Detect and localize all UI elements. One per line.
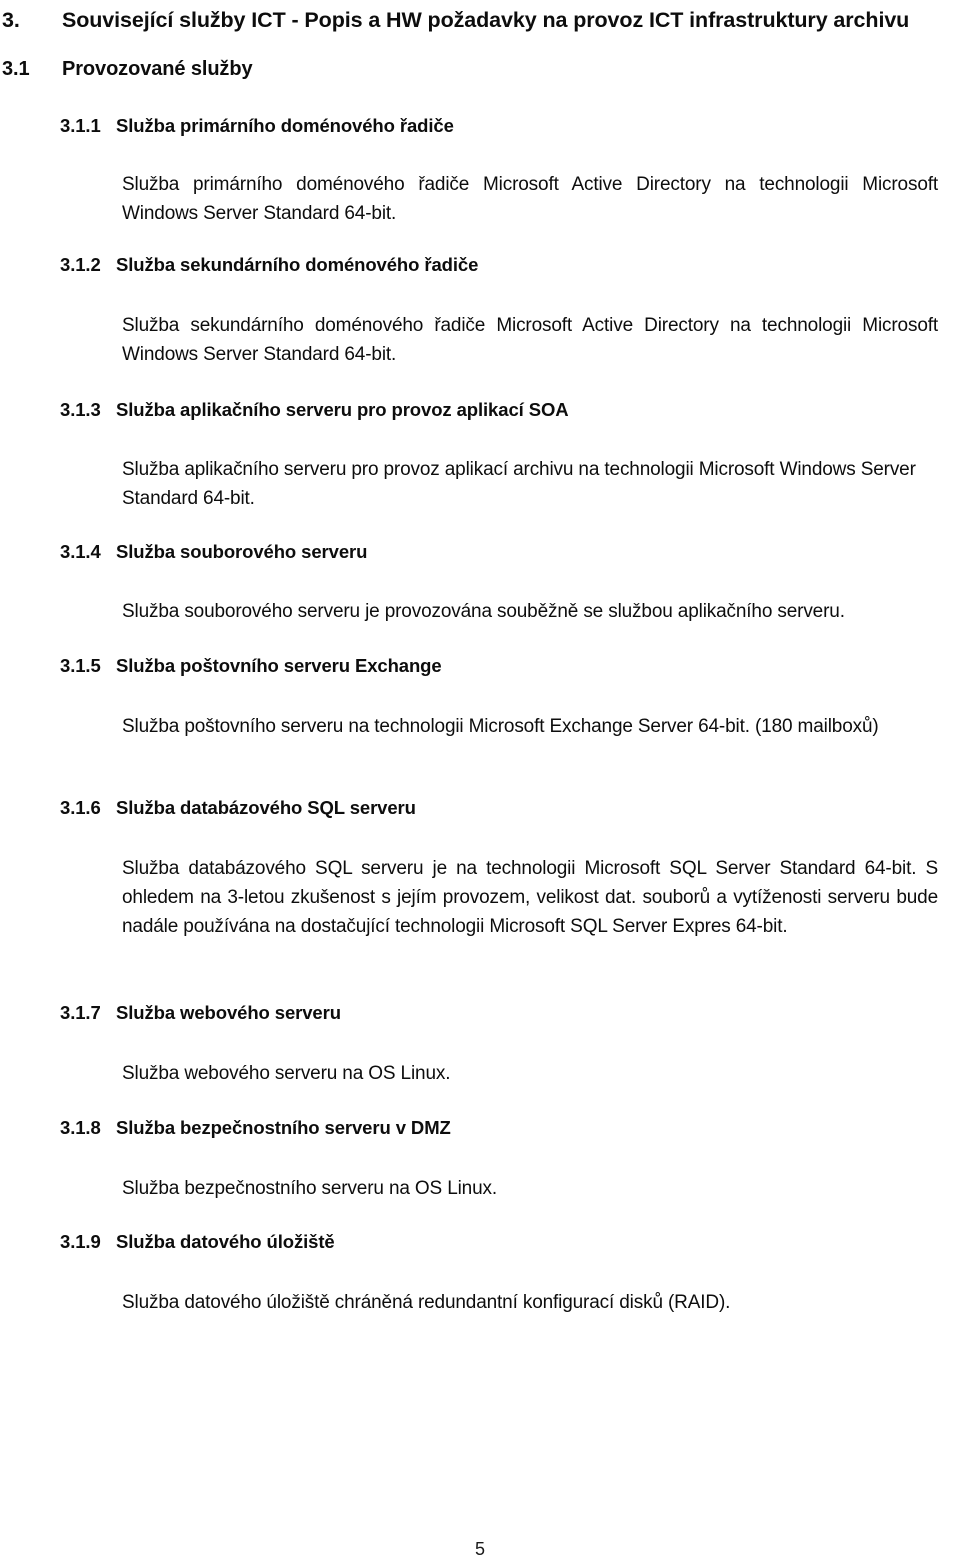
section-3-1-8-heading: 3.1.8 Služba bezpečnostního serveru v DM… <box>0 1117 960 1138</box>
section-3-1-9-heading: 3.1.9 Služba datového úložiště <box>0 1231 960 1252</box>
section-3-1-heading: 3.1 Provozované služby <box>0 58 960 81</box>
heading-section-3-1-2: 3.1.2 Služba sekundárního doménového řad… <box>0 254 960 275</box>
body-section-3-1-4: Služba souborového serveru je provozován… <box>0 597 960 626</box>
body-section-3-1-6: Služba databázového SQL serveru je na te… <box>0 854 960 941</box>
document-page: 3. Související služby ICT - Popis a HW p… <box>0 0 960 1566</box>
heading-section-3-1-5: 3.1.5 Služba poštovního serveru Exchange <box>0 655 960 676</box>
body-section-3-1-1: Služba primárního doménového řadiče Micr… <box>0 170 960 228</box>
paragraph: Služba souborového serveru je provozován… <box>122 601 845 622</box>
page-number: 5 <box>474 1539 485 1559</box>
body-section-3-1-2: Služba sekundárního doménového řadiče Mi… <box>0 311 960 369</box>
body-section-3-1-3: Služba aplikačního serveru pro provoz ap… <box>0 455 960 513</box>
section-3-1-4-title: Služba souborového serveru <box>116 541 368 562</box>
body-section-3-1-7: Služba webového serveru na OS Linux. <box>0 1059 960 1088</box>
section-3-1-7-number: 3.1.7 <box>60 1002 101 1023</box>
heading-section-3-1-3: 3.1.3 Služba aplikačního serveru pro pro… <box>0 399 960 420</box>
body-section-3-1-5: Služba poštovního serveru na technologii… <box>0 712 960 741</box>
paragraph: Služba sekundárního doménového řadiče Mi… <box>122 315 938 365</box>
paragraph: Služba bezpečnostního serveru na OS Linu… <box>122 1178 497 1199</box>
paragraph: Služba primárního doménového řadiče Micr… <box>122 174 938 224</box>
section-3-1-5-title: Služba poštovního serveru Exchange <box>116 655 442 676</box>
paragraph: Služba webového serveru na OS Linux. <box>122 1063 451 1084</box>
section-3-1-9-title: Služba datového úložiště <box>116 1231 335 1252</box>
body-section-3-1-9: Služba datového úložiště chráněná redund… <box>0 1288 960 1317</box>
section-3-1-title: Provozované služby <box>62 58 253 80</box>
section-3-1-6-title: Služba databázového SQL serveru <box>116 797 416 818</box>
section-3-1-7-title: Služba webového serveru <box>116 1002 341 1023</box>
heading-section-3-1: 3.1 Provozované služby <box>0 58 960 81</box>
section-3-1-3-number: 3.1.3 <box>60 399 101 420</box>
paragraph: Služba datového úložiště chráněná redund… <box>122 1292 731 1313</box>
section-3-1-9-number: 3.1.9 <box>60 1231 101 1252</box>
section-3-1-8-number: 3.1.8 <box>60 1117 101 1138</box>
paragraph: Služba aplikačního serveru pro provoz ap… <box>122 459 916 509</box>
section-3-1-2-title: Služba sekundárního doménového řadiče <box>116 254 479 275</box>
section-3-1-8-title: Služba bezpečnostního serveru v DMZ <box>116 1117 451 1138</box>
section-3-1-2-heading: 3.1.2 Služba sekundárního doménového řad… <box>0 254 960 275</box>
section-3-1-7-heading: 3.1.7 Služba webového serveru <box>0 1002 960 1023</box>
section-3-1-4-number: 3.1.4 <box>60 541 101 562</box>
section-3-heading: 3. Související služby ICT - Popis a HW p… <box>0 8 960 33</box>
heading-section-3-1-1: 3.1.1 Služba primárního doménového řadič… <box>0 115 960 136</box>
section-3-number: 3. <box>2 8 20 32</box>
heading-section-3-1-7: 3.1.7 Služba webového serveru <box>0 1002 960 1023</box>
paragraph: Služba databázového SQL serveru je na te… <box>122 858 938 937</box>
section-3-1-6-number: 3.1.6 <box>60 797 101 818</box>
heading-section-3: 3. Související služby ICT - Popis a HW p… <box>0 8 960 33</box>
section-3-1-5-heading: 3.1.5 Služba poštovního serveru Exchange <box>0 655 960 676</box>
heading-section-3-1-9: 3.1.9 Služba datového úložiště <box>0 1231 960 1252</box>
section-3-1-6-heading: 3.1.6 Služba databázového SQL serveru <box>0 797 960 818</box>
section-3-1-4-heading: 3.1.4 Služba souborového serveru <box>0 541 960 562</box>
paragraph: Služba poštovního serveru na technologii… <box>122 716 879 737</box>
section-3-1-2-number: 3.1.2 <box>60 254 101 275</box>
section-3-1-3-title: Služba aplikačního serveru pro provoz ap… <box>116 399 569 420</box>
section-3-1-5-number: 3.1.5 <box>60 655 101 676</box>
heading-section-3-1-6: 3.1.6 Služba databázového SQL serveru <box>0 797 960 818</box>
body-section-3-1-8: Služba bezpečnostního serveru na OS Linu… <box>0 1174 960 1203</box>
section-3-1-3-heading: 3.1.3 Služba aplikačního serveru pro pro… <box>0 399 960 420</box>
heading-section-3-1-8: 3.1.8 Služba bezpečnostního serveru v DM… <box>0 1117 960 1138</box>
section-3-1-1-number: 3.1.1 <box>60 115 101 136</box>
section-3-1-number: 3.1 <box>2 58 30 80</box>
section-3-1-1-heading: 3.1.1 Služba primárního doménového řadič… <box>0 115 960 136</box>
heading-section-3-1-4: 3.1.4 Služba souborového serveru <box>0 541 960 562</box>
section-3-1-1-title: Služba primárního doménového řadiče <box>116 115 454 136</box>
section-3-title: Související služby ICT - Popis a HW poža… <box>62 8 910 32</box>
